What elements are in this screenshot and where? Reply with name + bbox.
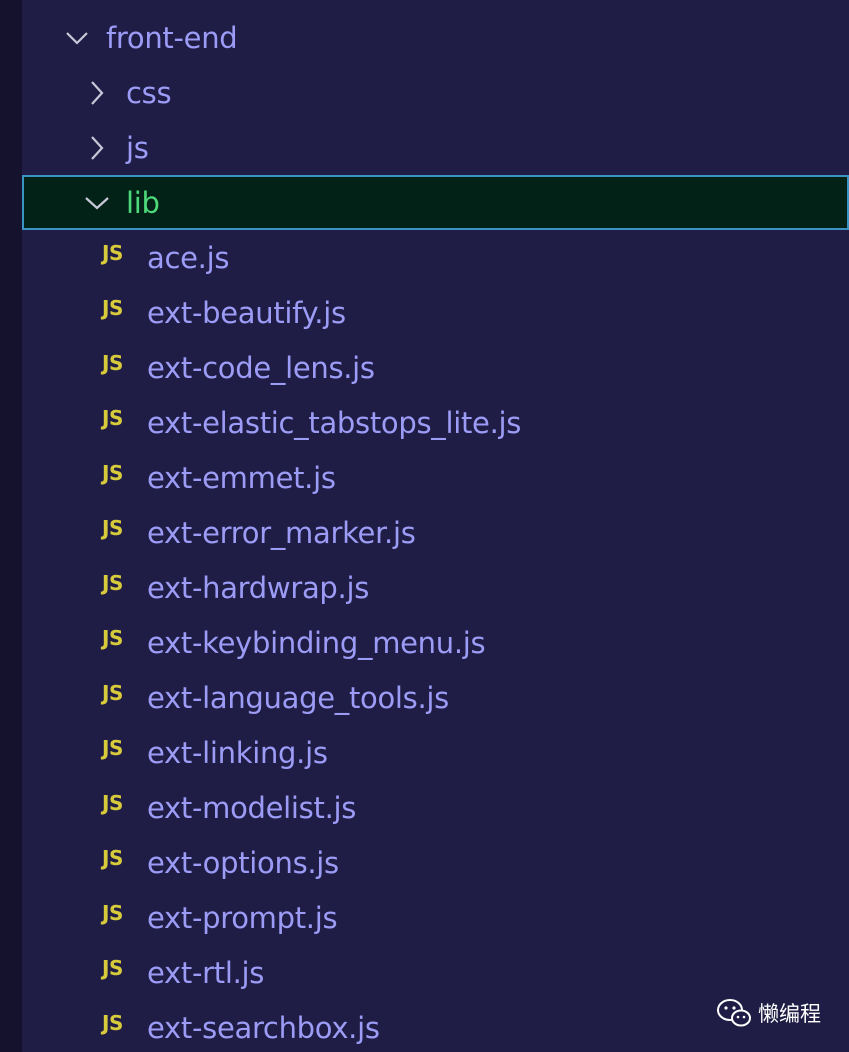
file-item[interactable]: JS ext-options.js — [22, 835, 849, 890]
folder-front-end[interactable]: front-end — [22, 10, 849, 65]
folder-label: lib — [126, 185, 160, 220]
file-label: ext-prompt.js — [147, 900, 338, 935]
js-file-icon: JS — [102, 240, 123, 265]
folder-lib[interactable]: lib — [22, 175, 849, 230]
file-label: ext-error_marker.js — [147, 515, 416, 550]
js-file-icon: JS — [102, 845, 123, 870]
file-label: ext-keybinding_menu.js — [147, 625, 486, 660]
js-file-icon: JS — [102, 460, 123, 485]
file-label: ext-code_lens.js — [147, 350, 375, 385]
file-label: ace.js — [147, 240, 230, 275]
file-item[interactable]: JS ext-linking.js — [22, 725, 849, 780]
file-label: ext-modelist.js — [147, 790, 357, 825]
file-item[interactable]: JS ext-modelist.js — [22, 780, 849, 835]
file-item[interactable]: JS ace.js — [22, 230, 849, 285]
js-file-icon: JS — [102, 955, 123, 980]
chevron-right-icon[interactable] — [84, 135, 110, 161]
activity-gutter — [0, 0, 22, 1052]
js-file-icon: JS — [102, 790, 123, 815]
watermark-text: 懒编程 — [758, 1002, 821, 1026]
file-label: ext-elastic_tabstops_lite.js — [147, 405, 522, 440]
file-item[interactable]: JS ext-language_tools.js — [22, 670, 849, 725]
folder-js[interactable]: js — [22, 120, 849, 175]
js-file-icon: JS — [102, 515, 123, 540]
folder-label: css — [126, 75, 172, 110]
folder-css[interactable]: css — [22, 65, 849, 120]
chevron-down-icon[interactable] — [84, 190, 110, 216]
file-item[interactable]: JS ext-elastic_tabstops_lite.js — [22, 395, 849, 450]
folder-label: js — [126, 130, 149, 165]
file-label: ext-rtl.js — [147, 955, 265, 990]
file-label: ext-linking.js — [147, 735, 328, 770]
js-file-icon: JS — [102, 1010, 123, 1035]
js-file-icon: JS — [102, 625, 123, 650]
js-file-icon: JS — [102, 735, 123, 760]
file-item[interactable]: JS ext-prompt.js — [22, 890, 849, 945]
js-file-icon: JS — [102, 570, 123, 595]
file-label: ext-hardwrap.js — [147, 570, 370, 605]
file-label: ext-language_tools.js — [147, 680, 449, 715]
file-item[interactable]: JS ext-rtl.js — [22, 945, 849, 1000]
watermark: 懒编程 — [716, 998, 821, 1028]
chevron-down-icon[interactable] — [64, 25, 90, 51]
wechat-icon — [717, 999, 751, 1027]
js-file-icon: JS — [102, 350, 123, 375]
file-label: ext-searchbox.js — [147, 1010, 380, 1045]
file-item[interactable]: JS ext-hardwrap.js — [22, 560, 849, 615]
file-label: ext-options.js — [147, 845, 339, 880]
js-file-icon: JS — [102, 900, 123, 925]
file-item[interactable]: JS ext-keybinding_menu.js — [22, 615, 849, 670]
js-file-icon: JS — [102, 680, 123, 705]
js-file-icon: JS — [102, 295, 123, 320]
file-item[interactable]: JS ext-error_marker.js — [22, 505, 849, 560]
file-item[interactable]: JS ext-code_lens.js — [22, 340, 849, 395]
chevron-right-icon[interactable] — [84, 80, 110, 106]
file-list: JS ace.js JS ext-beautify.js JS ext-code_lens… — [22, 230, 849, 1052]
file-explorer: front-end css js lib JS ace.js JS ext-beaut… — [0, 0, 849, 1052]
file-label: ext-beautify.js — [147, 295, 346, 330]
explorer-tree: front-end css js lib JS ace.js JS ext-beaut… — [22, 10, 849, 1052]
js-file-icon: JS — [102, 405, 123, 430]
file-label: ext-emmet.js — [147, 460, 336, 495]
file-item[interactable]: JS ext-emmet.js — [22, 450, 849, 505]
folder-label: front-end — [106, 20, 238, 55]
file-item[interactable]: JS ext-beautify.js — [22, 285, 849, 340]
